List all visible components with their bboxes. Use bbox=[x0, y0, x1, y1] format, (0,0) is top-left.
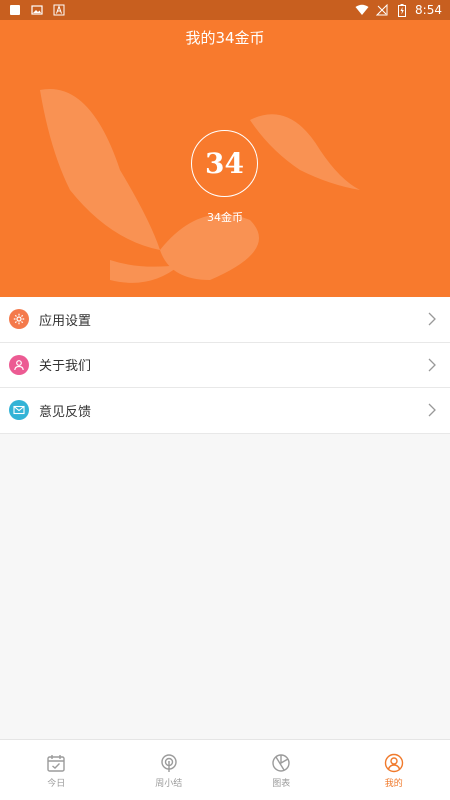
tab-mine[interactable]: 我的 bbox=[338, 740, 450, 800]
page-title: 我的34金币 bbox=[185, 29, 265, 47]
battery-charging-icon bbox=[395, 3, 409, 17]
no-signal-icon bbox=[375, 3, 389, 17]
tab-label: 今日 bbox=[47, 778, 66, 789]
bottom-tab-bar: 今日 周小结 图表 我的 bbox=[0, 739, 450, 800]
status-notifications bbox=[8, 3, 66, 17]
profile-header: 我的34金币 34 34金币 bbox=[0, 20, 450, 297]
menu-item-label: 应用设置 bbox=[39, 313, 92, 329]
mail-icon bbox=[9, 400, 29, 421]
user-icon bbox=[9, 354, 29, 375]
radio-icon bbox=[158, 752, 180, 774]
menu-item-label: 意见反馈 bbox=[39, 404, 92, 420]
status-bar: 8:54 bbox=[0, 0, 450, 20]
profile-icon bbox=[383, 752, 405, 774]
image-icon bbox=[30, 3, 44, 17]
chevron-right-icon bbox=[425, 358, 439, 372]
notification-square-icon bbox=[8, 3, 22, 17]
tab-chart[interactable]: 图表 bbox=[225, 740, 338, 800]
chart-icon bbox=[270, 752, 292, 774]
font-a-icon bbox=[52, 3, 66, 17]
tab-today[interactable]: 今日 bbox=[0, 740, 113, 800]
tab-label: 图表 bbox=[272, 778, 291, 789]
chevron-right-icon bbox=[425, 403, 439, 417]
chevron-right-icon bbox=[425, 312, 439, 326]
menu-item-about-us[interactable]: 关于我们 bbox=[0, 343, 450, 388]
tab-label: 周小结 bbox=[155, 778, 183, 789]
coin-count-badge: 34 bbox=[191, 130, 258, 197]
gear-icon bbox=[9, 309, 29, 330]
calendar-icon bbox=[45, 752, 67, 774]
wifi-icon bbox=[355, 3, 369, 17]
tab-weekly-summary[interactable]: 周小结 bbox=[113, 740, 226, 800]
menu-item-feedback[interactable]: 意见反馈 bbox=[0, 388, 450, 434]
tab-label: 我的 bbox=[384, 778, 403, 789]
coin-label: 34金币 bbox=[207, 211, 243, 224]
settings-menu: 应用设置 关于我们 意见反馈 bbox=[0, 297, 450, 434]
menu-item-label: 关于我们 bbox=[39, 359, 92, 375]
menu-item-app-settings[interactable]: 应用设置 bbox=[0, 297, 450, 343]
status-time: 8:54 bbox=[415, 3, 442, 17]
empty-content-area bbox=[0, 434, 450, 739]
